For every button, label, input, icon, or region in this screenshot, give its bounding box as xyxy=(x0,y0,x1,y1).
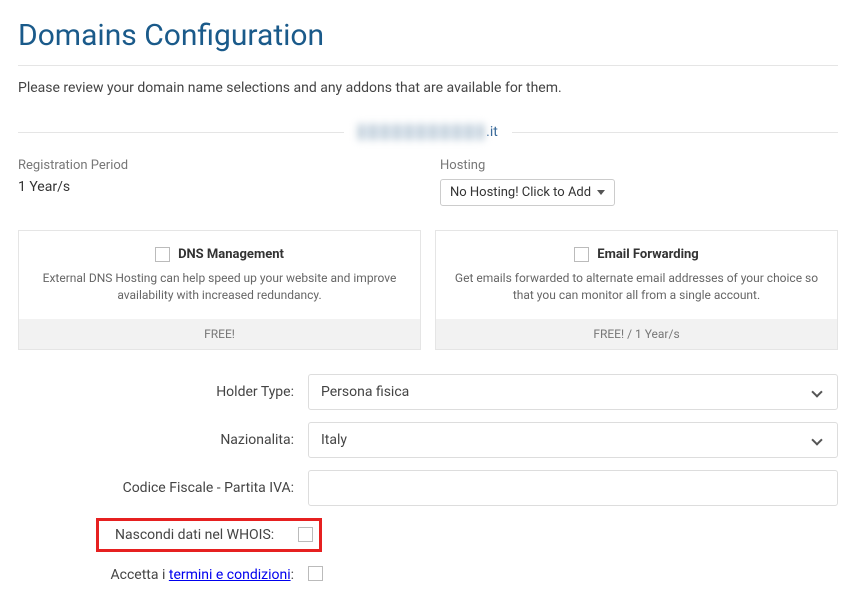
addon-card-email: Email Forwarding Get emails forwarded to… xyxy=(435,230,838,350)
terms-checkbox[interactable] xyxy=(308,566,323,581)
registration-period-label: Registration Period xyxy=(18,158,416,173)
chevron-down-icon xyxy=(811,434,822,445)
whois-label: Nascondi dati nel WHOIS: xyxy=(115,527,274,543)
terms-prefix: Accetta i xyxy=(111,567,169,583)
intro-text: Please review your domain name selection… xyxy=(18,80,838,96)
holder-type-label: Holder Type: xyxy=(18,384,308,400)
registration-period-block: Registration Period 1 Year/s xyxy=(18,158,416,206)
terms-link[interactable]: termini e condizioni xyxy=(169,567,291,583)
cf-input[interactable] xyxy=(308,470,838,506)
hosting-dropdown[interactable]: No Hosting! Click to Add xyxy=(440,179,615,206)
domain-name: .it xyxy=(344,124,512,140)
page-title: Domains Configuration xyxy=(18,18,838,66)
email-forwarding-title: Email Forwarding xyxy=(597,247,698,262)
divider-line-left xyxy=(18,132,344,133)
holder-type-select[interactable]: Persona fisica xyxy=(308,374,838,410)
domain-masked xyxy=(358,124,484,140)
chevron-down-icon xyxy=(811,386,822,397)
terms-label: Accetta i termini e condizioni: xyxy=(18,567,308,583)
dns-management-title: DNS Management xyxy=(178,247,284,262)
hosting-selected: No Hosting! Click to Add xyxy=(450,185,591,200)
whois-checkbox[interactable] xyxy=(298,527,313,542)
hosting-label: Hosting xyxy=(440,158,838,173)
addon-card-dns: DNS Management External DNS Hosting can … xyxy=(18,230,421,350)
domain-tld: .it xyxy=(486,124,498,140)
divider-line-right xyxy=(512,132,838,133)
registration-period-value: 1 Year/s xyxy=(18,179,416,195)
caret-down-icon xyxy=(597,190,605,195)
cf-label: Codice Fiscale - Partita IVA: xyxy=(18,480,308,496)
email-forwarding-desc: Get emails forwarded to alternate email … xyxy=(454,270,819,305)
domain-divider: .it xyxy=(18,124,838,140)
terms-suffix: : xyxy=(291,567,294,583)
dns-management-checkbox[interactable] xyxy=(155,247,170,262)
nazionalita-label: Nazionalita: xyxy=(18,432,308,448)
nazionalita-select[interactable]: Italy xyxy=(308,422,838,458)
dns-management-desc: External DNS Hosting can help speed up y… xyxy=(37,270,402,305)
dns-management-price: FREE! xyxy=(19,319,420,349)
hosting-block: Hosting No Hosting! Click to Add xyxy=(440,158,838,206)
email-forwarding-price: FREE! / 1 Year/s xyxy=(436,319,837,349)
whois-highlight: Nascondi dati nel WHOIS: xyxy=(96,518,322,552)
email-forwarding-checkbox[interactable] xyxy=(574,247,589,262)
nazionalita-value: Italy xyxy=(321,432,347,448)
holder-type-value: Persona fisica xyxy=(321,384,409,400)
